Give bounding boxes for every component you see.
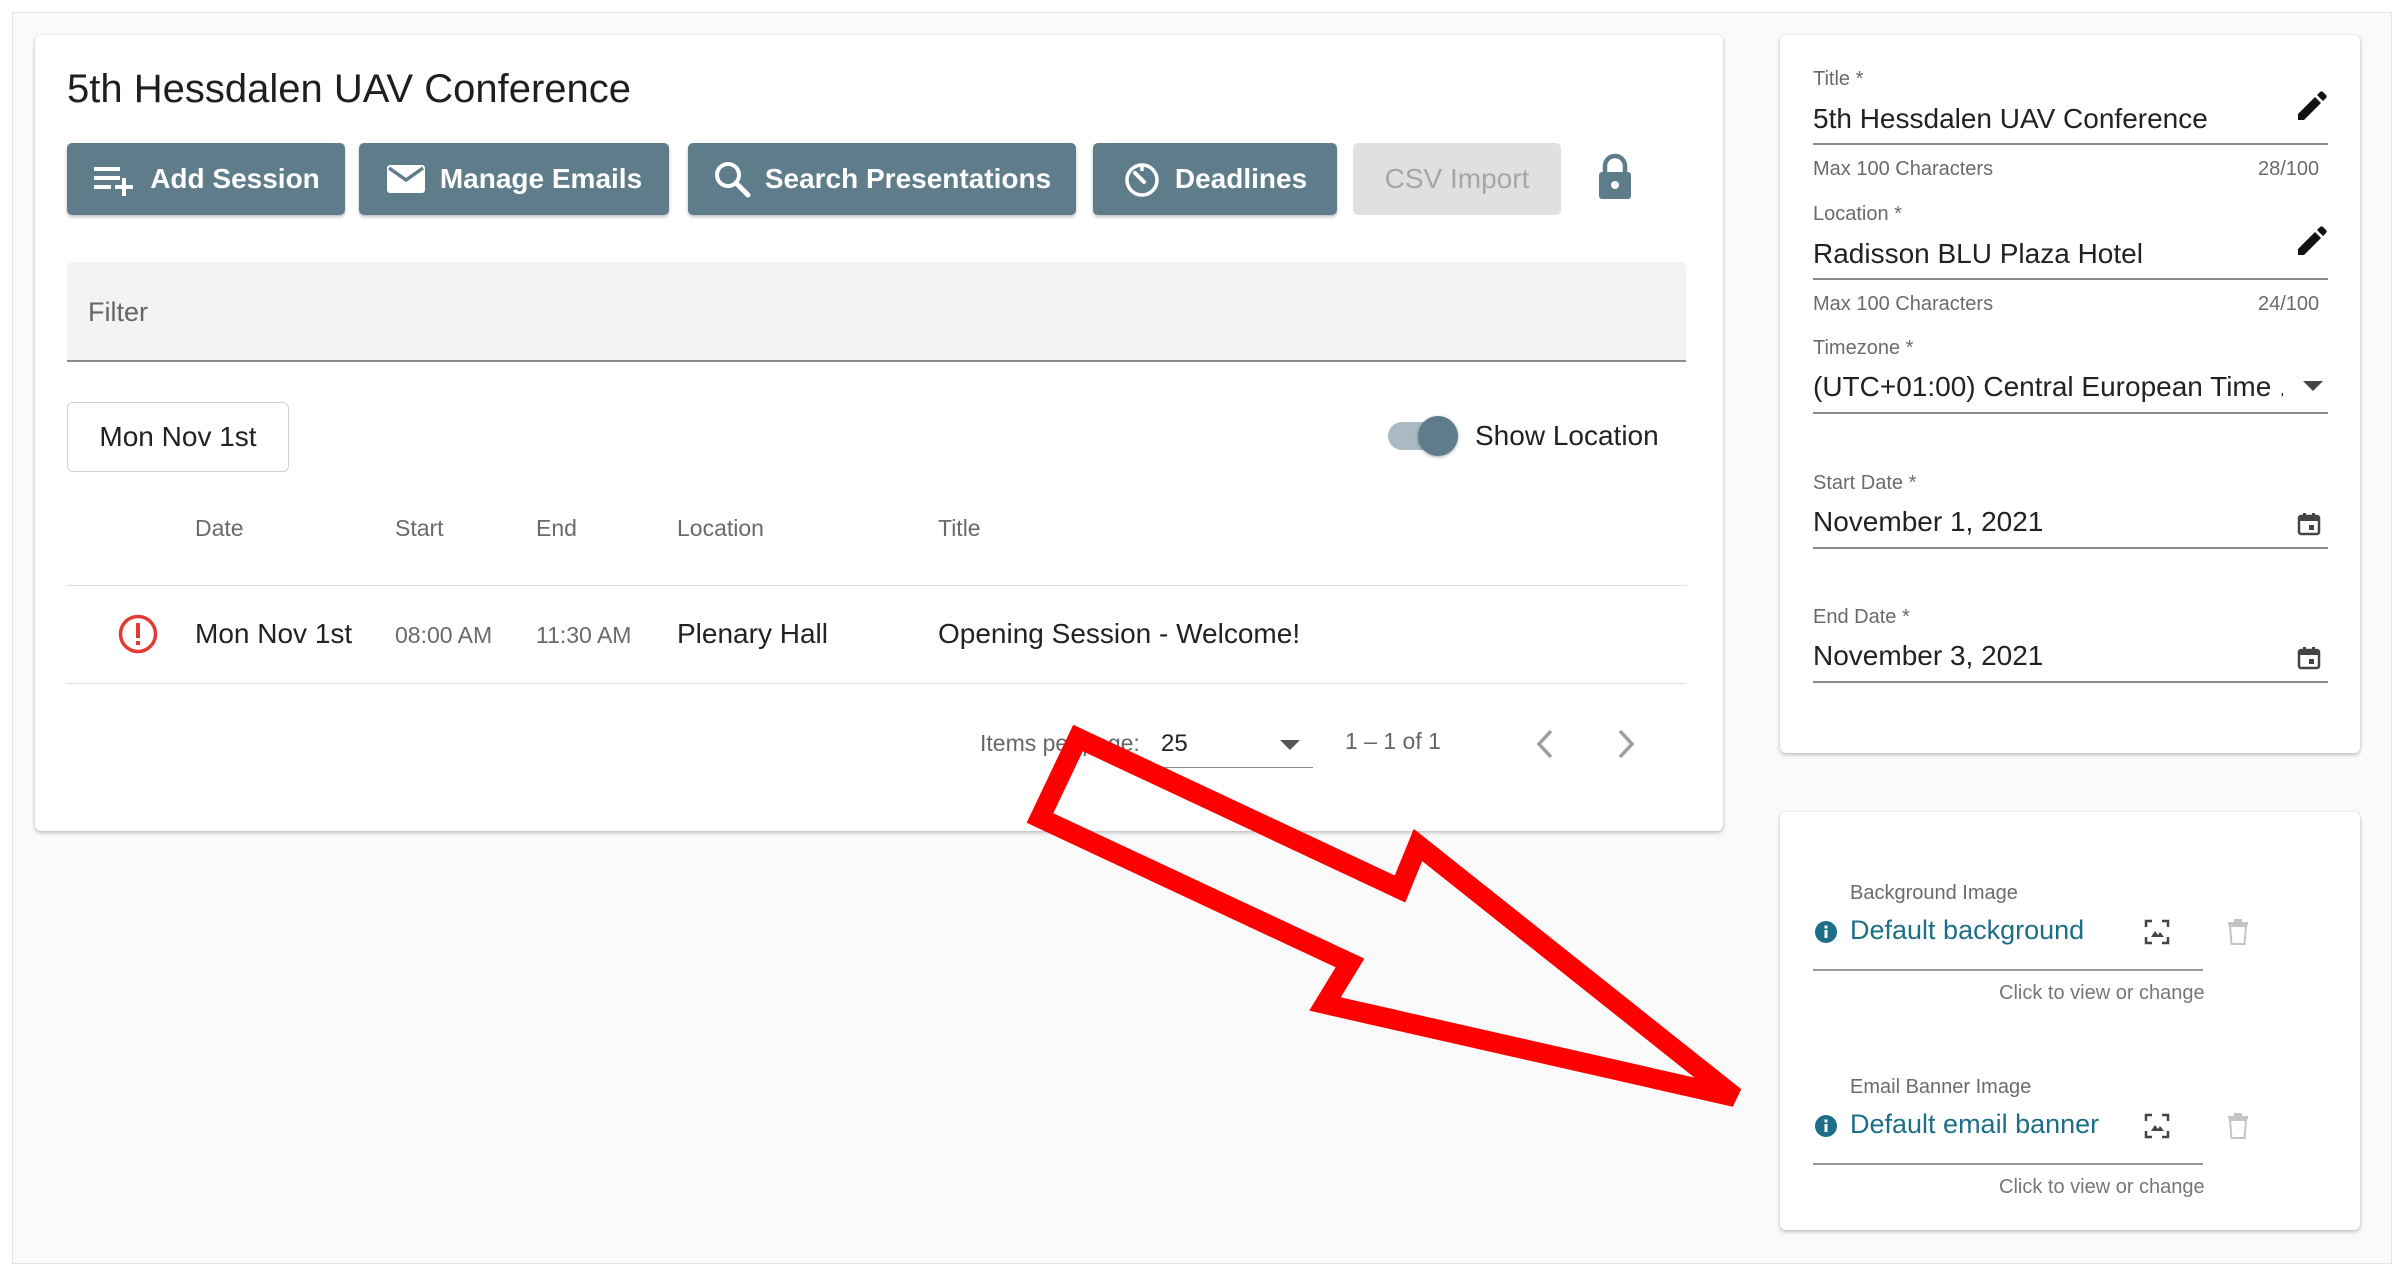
playlist-add-icon bbox=[94, 167, 134, 196]
search-presentations-label: Search Presentations bbox=[764, 163, 1052, 194]
sessions-card: 5th Hessdalen UAV Conference Add Session… bbox=[35, 35, 1723, 831]
page-size-select[interactable]: 25 bbox=[1161, 721, 1313, 768]
column-header-date: Date bbox=[195, 515, 244, 541]
timezone-select-value[interactable]: (UTC+01:00) Central European Time ... bbox=[1813, 371, 2283, 403]
show-location-label: Show Location bbox=[1475, 420, 1659, 451]
images-card: Background Image Default background Clic… bbox=[1780, 812, 2360, 1230]
title-field-label: Title * bbox=[1813, 68, 1864, 90]
end-date-field-underline bbox=[1813, 681, 2328, 683]
location-field-value[interactable]: Radisson BLU Plaza Hotel bbox=[1813, 238, 2143, 270]
deadlines-label: Deadlines bbox=[1174, 163, 1308, 194]
chevron-left-icon[interactable] bbox=[1535, 728, 1555, 760]
show-location-toggle-knob[interactable] bbox=[1418, 416, 1458, 456]
add-session-label: Add Session bbox=[150, 163, 320, 194]
image-placeholder-icon[interactable] bbox=[2144, 919, 2170, 945]
column-header-end: End bbox=[536, 515, 577, 541]
email-banner-image-label: Email Banner Image bbox=[1850, 1076, 2032, 1098]
end-date-field-value[interactable]: November 3, 2021 bbox=[1813, 640, 2043, 672]
edit-title-icon[interactable] bbox=[2294, 88, 2330, 124]
email-icon bbox=[386, 165, 425, 193]
timezone-field-label: Timezone * bbox=[1813, 337, 1914, 359]
email-banner-image-hint: Click to view or change bbox=[1999, 1176, 2205, 1198]
calendar-icon[interactable] bbox=[2296, 511, 2322, 537]
filter-label: Filter bbox=[88, 297, 148, 327]
location-field-hint: Max 100 Characters bbox=[1813, 293, 1994, 315]
cell-location: Plenary Hall bbox=[677, 618, 828, 649]
filter-field[interactable] bbox=[67, 262, 1686, 362]
background-image-hint: Click to view or change bbox=[1999, 982, 2205, 1004]
title-field-value[interactable]: 5th Hessdalen UAV Conference bbox=[1813, 103, 2208, 135]
chevron-down-icon[interactable] bbox=[2302, 380, 2324, 392]
edit-location-icon[interactable] bbox=[2294, 223, 2330, 259]
page-title: 5th Hessdalen UAV Conference bbox=[67, 67, 632, 111]
background-image-underline bbox=[1813, 969, 2203, 971]
manage-emails-button[interactable]: Manage Emails bbox=[359, 143, 669, 215]
lock-icon[interactable] bbox=[1596, 153, 1634, 201]
title-field-hint: Max 100 Characters bbox=[1813, 158, 1994, 180]
email-banner-image-link[interactable]: Default email banner bbox=[1850, 1109, 2099, 1140]
title-field-counter: 28/100 bbox=[2258, 158, 2320, 180]
error-icon bbox=[118, 614, 158, 654]
page-range: 1 – 1 of 1 bbox=[1345, 728, 1441, 754]
search-icon bbox=[714, 162, 751, 198]
delete-icon[interactable] bbox=[2227, 919, 2249, 945]
timezone-field-underline bbox=[1813, 412, 2328, 414]
items-per-page-label: Items per page: bbox=[980, 730, 1140, 756]
manage-emails-label: Manage Emails bbox=[439, 163, 643, 194]
conference-details-card: Title * 5th Hessdalen UAV Conference Max… bbox=[1780, 35, 2360, 753]
column-header-title: Title bbox=[938, 515, 981, 541]
location-field-label: Location * bbox=[1813, 203, 1902, 225]
csv-import-button[interactable]: CSV Import bbox=[1353, 143, 1561, 215]
background-image-label: Background Image bbox=[1850, 882, 2018, 904]
page-size-value: 25 bbox=[1161, 730, 1188, 757]
cell-date: Mon Nov 1st bbox=[195, 618, 353, 649]
column-header-start: Start bbox=[395, 515, 444, 541]
calendar-icon[interactable] bbox=[2296, 645, 2322, 671]
location-field-counter: 24/100 bbox=[2258, 293, 2320, 315]
csv-import-label: CSV Import bbox=[1384, 163, 1530, 194]
cell-end: 11:30 AM bbox=[536, 622, 632, 648]
location-field-underline bbox=[1813, 278, 2328, 280]
deadlines-button[interactable]: Deadlines bbox=[1093, 143, 1337, 215]
table-row-divider bbox=[67, 683, 1686, 684]
info-icon bbox=[1815, 921, 1837, 943]
image-placeholder-icon[interactable] bbox=[2144, 1113, 2170, 1139]
search-presentations-button[interactable]: Search Presentations bbox=[688, 143, 1076, 215]
title-field-underline bbox=[1813, 143, 2328, 145]
background-image-link[interactable]: Default background bbox=[1850, 915, 2084, 946]
cell-title: Opening Session - Welcome! bbox=[938, 618, 1301, 649]
delete-icon[interactable] bbox=[2227, 1113, 2249, 1139]
day-tab-mon-nov-1st[interactable]: Mon Nov 1st bbox=[67, 402, 289, 472]
email-banner-image-underline bbox=[1813, 1163, 2203, 1165]
start-date-field-value[interactable]: November 1, 2021 bbox=[1813, 506, 2043, 538]
column-header-location: Location bbox=[677, 515, 764, 541]
start-date-field-label: Start Date * bbox=[1813, 472, 1917, 494]
add-session-button[interactable]: Add Session bbox=[67, 143, 345, 215]
info-icon bbox=[1815, 1115, 1837, 1137]
end-date-field-label: End Date * bbox=[1813, 606, 1910, 628]
chevron-right-icon[interactable] bbox=[1616, 728, 1636, 760]
timer-icon bbox=[1125, 163, 1159, 197]
start-date-field-underline bbox=[1813, 547, 2328, 549]
cell-start: 08:00 AM bbox=[395, 622, 493, 648]
chevron-down-icon bbox=[1280, 740, 1300, 750]
